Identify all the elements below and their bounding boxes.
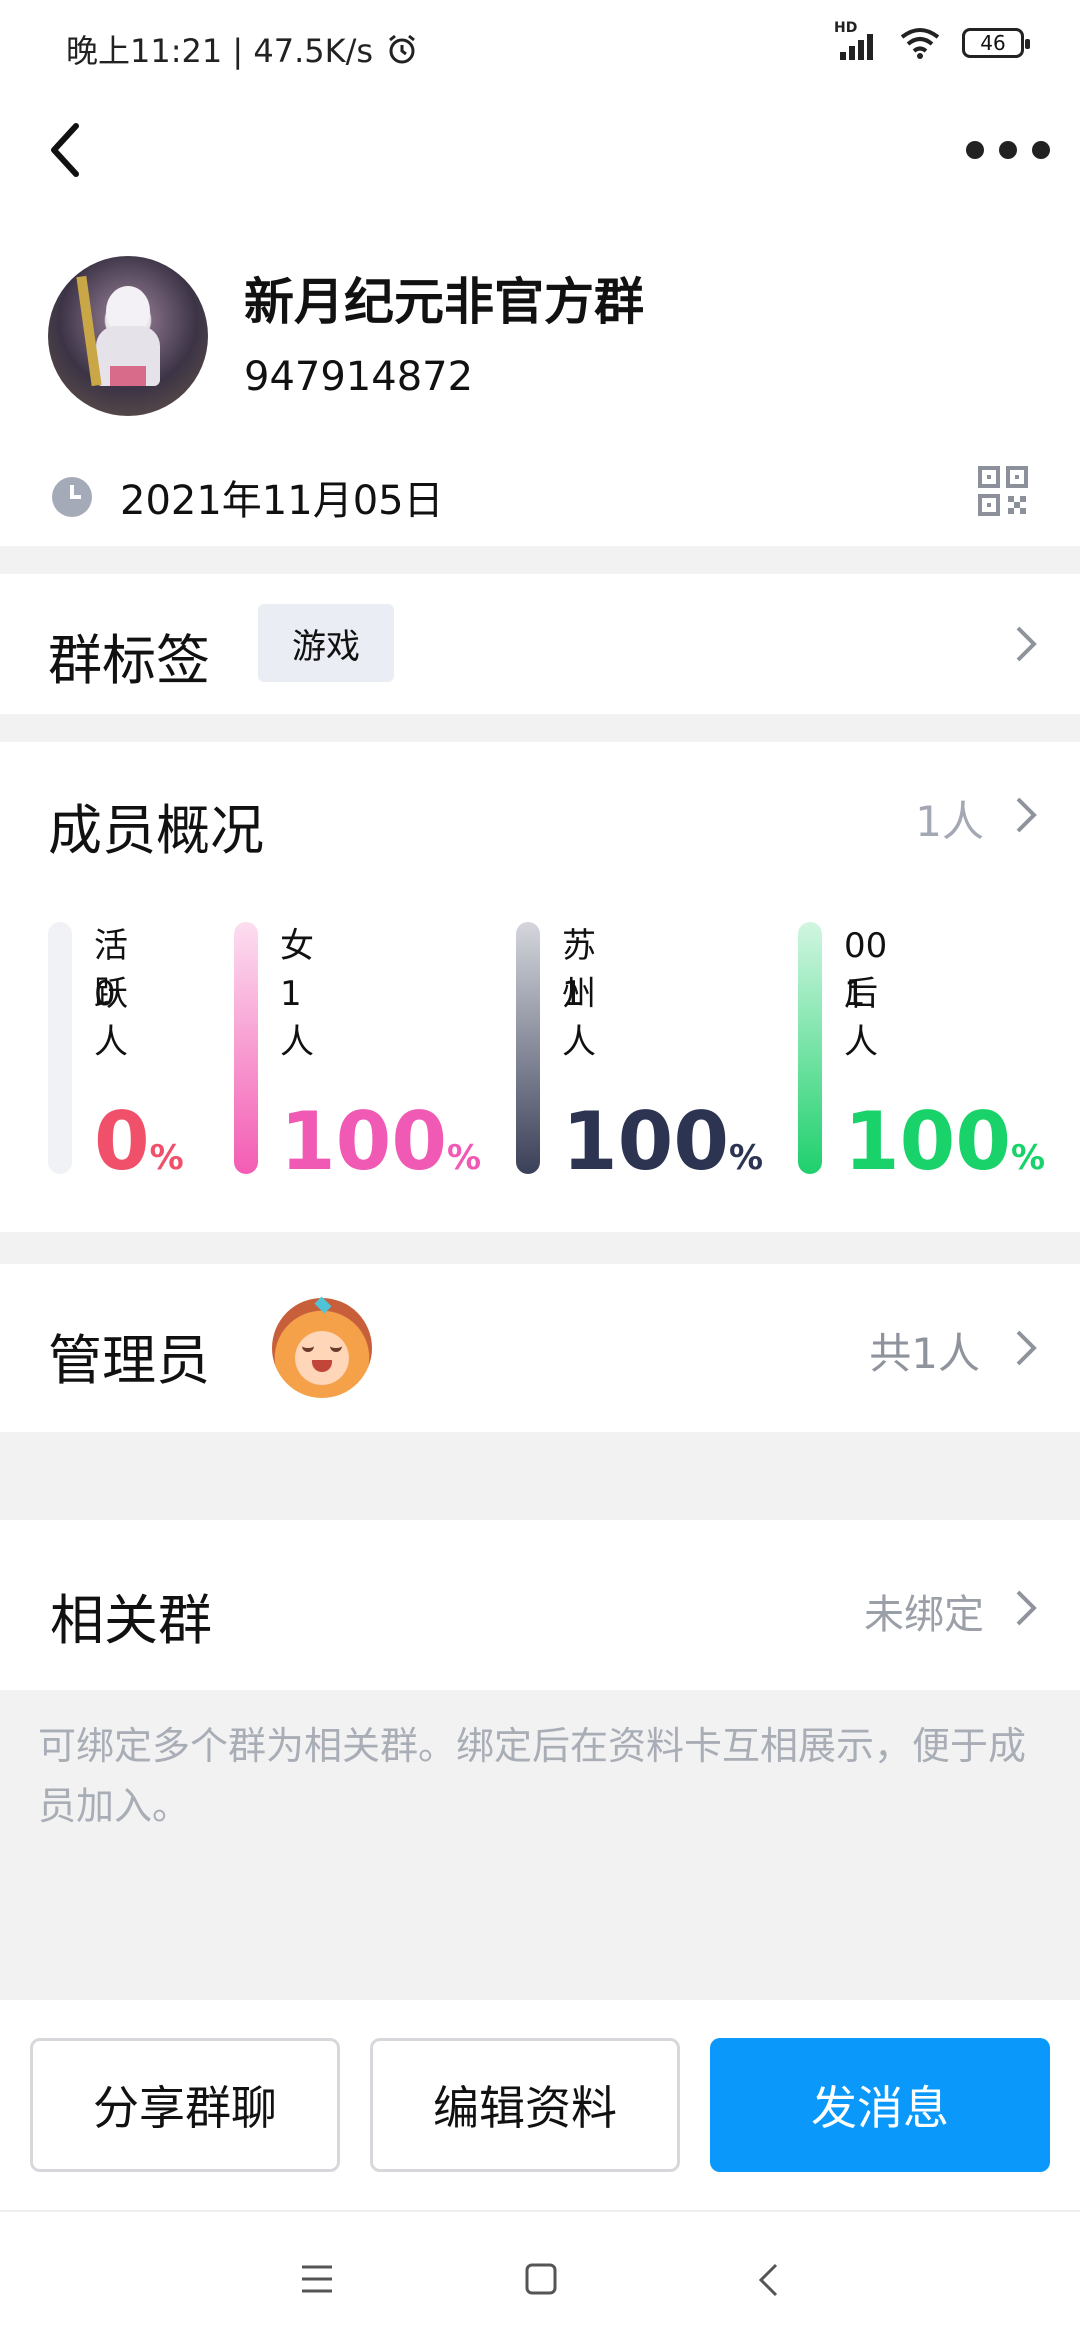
alarm-icon — [389, 34, 415, 64]
percent-value: 100 — [280, 1095, 447, 1188]
group-tag: 游戏 — [258, 604, 394, 682]
battery-level: 46 — [980, 31, 1006, 55]
chevron-right-icon[interactable] — [1014, 795, 1038, 835]
section-divider — [0, 1232, 1080, 1264]
tags-title: 群标签 — [48, 629, 210, 692]
percent-sign: % — [447, 1138, 482, 1178]
related-status: 未绑定 — [864, 1592, 984, 1638]
network-label: HD — [834, 20, 858, 36]
percent-sign: % — [729, 1138, 764, 1178]
stat-bar — [798, 922, 822, 1174]
stat-count: 0人 — [94, 974, 128, 1062]
section-divider — [0, 1432, 1080, 1520]
percent-value: 0 — [94, 1095, 150, 1188]
status-bar: 晚上11:21 | 47.5K/s HD 46 — [0, 0, 1080, 96]
admin-avatar[interactable] — [272, 1296, 372, 1398]
percent-sign: % — [149, 1138, 184, 1178]
stat-bar — [234, 922, 258, 1174]
stat-percent: 0% — [94, 1095, 184, 1188]
qr-code-icon[interactable] — [978, 466, 1028, 516]
share-group-button[interactable]: 分享群聊 — [30, 2038, 340, 2172]
stat-percent: 100% — [562, 1095, 763, 1188]
group-avatar[interactable] — [48, 256, 208, 416]
stat-count: 1人 — [844, 974, 878, 1062]
status-right: HD 46 — [834, 20, 1030, 60]
more-dot-icon — [1032, 141, 1050, 159]
back-arrow-icon — [51, 123, 79, 177]
more-options-button[interactable] — [966, 130, 1050, 170]
created-date: 2021年11月05日 — [120, 478, 444, 524]
section-divider — [0, 546, 1080, 574]
related-description: 可绑定多个群为相关群。绑定后在资料卡互相展示，便于成员加入。 — [38, 1724, 1027, 1828]
member-count[interactable]: 1人 — [915, 788, 984, 849]
chevron-right-icon — [1016, 1330, 1037, 1366]
admin-count: 共1人 — [869, 1329, 980, 1378]
send-message-button[interactable]: 发消息 — [710, 2038, 1050, 2172]
stat-count: 1人 — [280, 974, 314, 1062]
group-tags-row[interactable]: 群标签 — [0, 574, 1080, 714]
chevron-right-icon — [1016, 1590, 1037, 1626]
percent-value: 100 — [844, 1095, 1011, 1188]
group-name: 新月纪元非官方群 — [244, 273, 644, 331]
status-left: 晚上11:21 | 47.5K/s — [66, 26, 419, 72]
more-dot-icon — [999, 141, 1017, 159]
clock-icon — [52, 477, 92, 517]
percent-sign: % — [1011, 1138, 1046, 1178]
back-button[interactable] — [40, 112, 96, 188]
related-title: 相关群 — [50, 1589, 212, 1652]
wifi-icon — [900, 28, 940, 59]
stat-label: 女 — [280, 926, 314, 966]
menu-icon[interactable] — [300, 2264, 334, 2294]
section-divider — [0, 714, 1080, 742]
members-title: 成员概况 — [48, 799, 264, 862]
home-icon[interactable] — [524, 2262, 558, 2296]
stat-bar — [516, 922, 540, 1174]
status-time: 晚上11:21 | 47.5K/s — [66, 32, 374, 70]
admins-title: 管理员 — [48, 1329, 210, 1392]
stat-percent: 100% — [844, 1095, 1045, 1188]
edit-profile-button[interactable]: 编辑资料 — [370, 2038, 680, 2172]
signal-icon: HD — [834, 20, 878, 60]
percent-value: 100 — [562, 1095, 729, 1188]
group-id: 947914872 — [244, 354, 474, 400]
stat-bar — [48, 922, 72, 1174]
system-nav-bar — [0, 2210, 1080, 2342]
qr-graphic — [978, 466, 1028, 516]
back-nav-icon[interactable] — [756, 2262, 780, 2298]
stat-percent: 100% — [280, 1095, 481, 1188]
created-date-row: 2021年11月05日 — [52, 468, 444, 526]
battery-icon: 46 — [962, 28, 1030, 58]
more-dot-icon — [966, 141, 984, 159]
chevron-right-icon — [1016, 626, 1037, 662]
stat-count: 1人 — [562, 974, 596, 1062]
